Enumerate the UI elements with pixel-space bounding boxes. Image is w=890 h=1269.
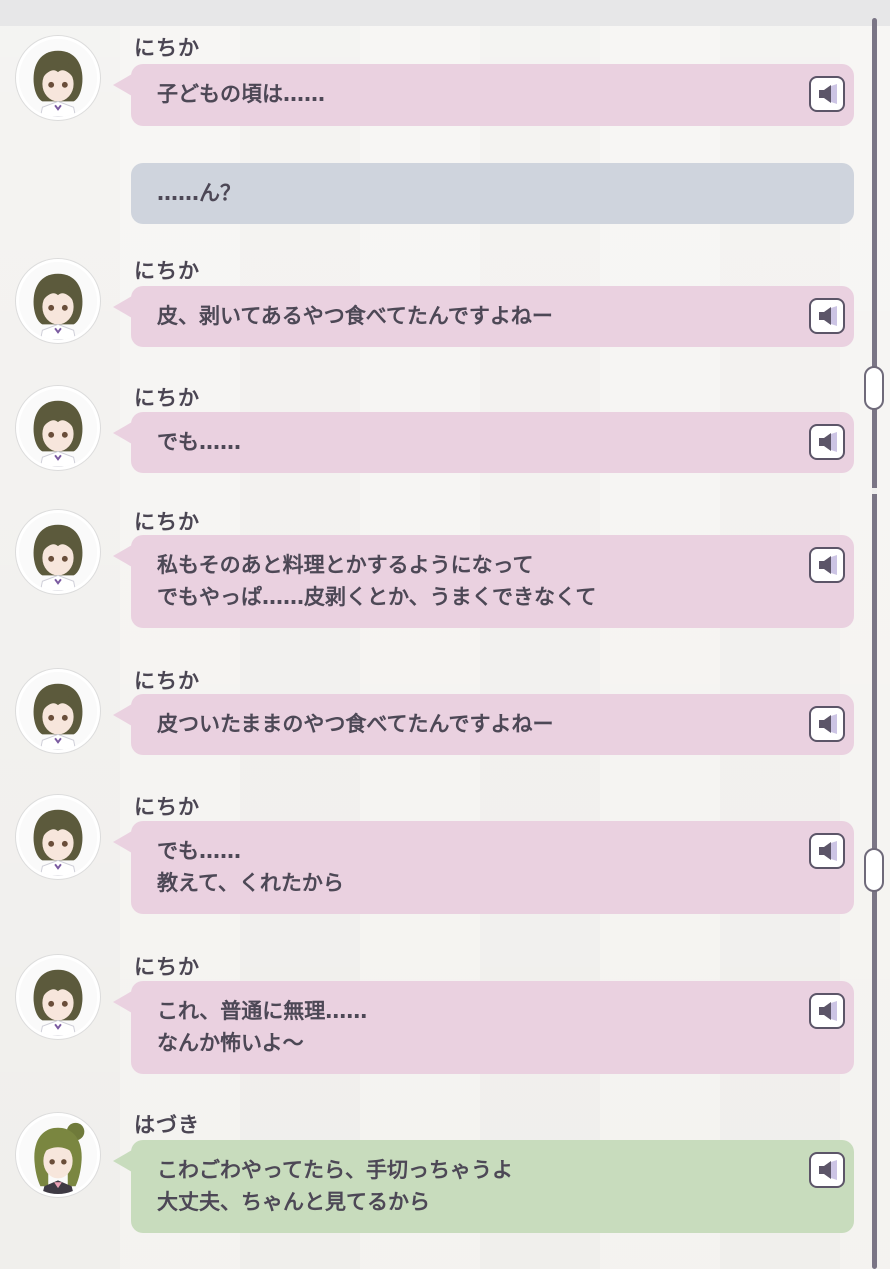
speaker-icon[interactable] <box>809 993 845 1029</box>
bubble-tail <box>113 1150 132 1172</box>
message-bubble: ……ん？ <box>131 163 854 224</box>
message-line: 教えて、くれたから <box>157 871 344 895</box>
message-line: 子どもの頃は…… <box>157 82 325 106</box>
message-line: 皮ついたままのやつ食べてたんですよねー <box>157 712 554 736</box>
speaker-name: にちか <box>134 669 200 693</box>
speaker-name: にちか <box>134 386 200 410</box>
dialogue-log[interactable]: にちか 子どもの頃は…… ……ん？ にちか 皮、剥いてあるやつ食べてたんですよね… <box>0 0 860 1269</box>
speaker-name: はづき <box>134 1113 200 1137</box>
speaker-name: にちか <box>134 259 200 283</box>
bubble-tail <box>113 74 132 96</box>
message-line: こわごわやってたら、手切っちゃうよ <box>157 1158 513 1182</box>
nichika-avatar-icon <box>16 795 100 879</box>
nichika-avatar-icon <box>16 955 100 1039</box>
message-bubble: でも…… 教えて、くれたから <box>113 821 854 914</box>
message-bubble: 皮、剥いてあるやつ食べてたんですよねー <box>113 286 854 347</box>
speaker-icon[interactable] <box>809 76 845 112</box>
speaker-icon[interactable] <box>809 424 845 460</box>
message-line: でも…… <box>157 839 241 863</box>
hazuki-avatar-icon <box>16 1113 100 1197</box>
bubble-tail <box>113 991 132 1013</box>
message-line: でも…… <box>157 430 241 454</box>
message-bubble: 皮ついたままのやつ食べてたんですよねー <box>113 694 854 755</box>
speaker-name: にちか <box>134 36 200 60</box>
bubble-tail <box>113 296 132 318</box>
message-line: ……ん？ <box>157 181 241 205</box>
nichika-avatar-icon <box>16 510 100 594</box>
message-bubble: これ、普通に無理…… なんか怖いよ～ <box>113 981 854 1074</box>
bubble-tail <box>113 704 132 726</box>
message-line: 皮、剥いてあるやつ食べてたんですよねー <box>157 304 553 328</box>
message-bubble: 私もそのあと料理とかするようになって でもやっぱ……皮剥くとか、うまくできなくて <box>113 535 854 628</box>
scrollbar-track[interactable] <box>872 18 877 1269</box>
speaker-name: にちか <box>134 510 200 534</box>
message-bubble: 子どもの頃は…… <box>113 64 854 126</box>
scrollbar-handle-secondary[interactable] <box>864 848 884 892</box>
speaker-icon[interactable] <box>809 706 845 742</box>
nichika-avatar-icon <box>16 36 100 120</box>
nichika-avatar-icon <box>16 669 100 753</box>
speaker-name: にちか <box>134 795 200 819</box>
bubble-tail <box>113 831 132 853</box>
speaker-icon[interactable] <box>809 1152 845 1188</box>
message-line: 私もそのあと料理とかするようになって <box>157 553 534 577</box>
speaker-name: にちか <box>134 955 200 979</box>
speaker-icon[interactable] <box>809 298 845 334</box>
speaker-icon[interactable] <box>809 547 845 583</box>
message-line: これ、普通に無理…… <box>157 999 368 1023</box>
nichika-avatar-icon <box>16 259 100 343</box>
nichika-avatar-icon <box>16 386 100 470</box>
message-line: でもやっぱ……皮剥くとか、うまくできなくて <box>157 585 597 609</box>
message-bubble: こわごわやってたら、手切っちゃうよ 大丈夫、ちゃんと見てるから <box>113 1140 854 1233</box>
scrollbar-gap <box>872 488 877 494</box>
message-line: 大丈夫、ちゃんと見てるから <box>157 1190 430 1214</box>
bubble-tail <box>113 545 132 567</box>
scrollbar-handle[interactable] <box>864 366 884 410</box>
bubble-tail <box>113 422 132 444</box>
speaker-icon[interactable] <box>809 833 845 869</box>
message-line: なんか怖いよ～ <box>157 1031 304 1055</box>
message-bubble: でも…… <box>113 412 854 473</box>
